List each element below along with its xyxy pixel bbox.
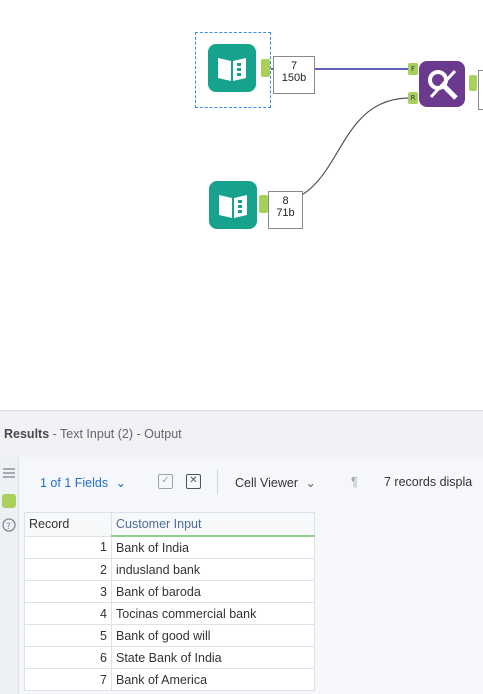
results-panel: Results - Text Input (2) - Output ? 1 of… bbox=[0, 410, 483, 694]
connection-info-bottom: 8 71b bbox=[268, 191, 303, 229]
records-displayed-label: 7 records displa bbox=[384, 475, 473, 489]
book-icon bbox=[218, 58, 246, 81]
record-cell: 7 bbox=[24, 668, 112, 691]
column-header-record[interactable]: Record bbox=[24, 512, 112, 537]
chevron-down-icon: ⌄ bbox=[115, 476, 127, 490]
record-cell: 1 bbox=[24, 535, 112, 559]
cell-viewer-label: Cell Viewer bbox=[235, 476, 298, 490]
customer-input-cell[interactable]: Bank of good will bbox=[111, 624, 315, 647]
results-toolbar: 1 of 1 Fields ⌄ ✓ ✕ Cell Viewer ⌄ ¶ 7 re… bbox=[20, 457, 483, 509]
connection-bottom[interactable] bbox=[267, 97, 409, 205]
output-anchor-top[interactable] bbox=[261, 59, 270, 77]
customer-input-cell[interactable]: State Bank of India bbox=[111, 646, 315, 669]
workflow-canvas[interactable]: 7 150b 8 71b F R bbox=[0, 0, 483, 410]
chevron-down-icon: ⌄ bbox=[305, 476, 316, 490]
fields-selector[interactable]: 1 of 1 Fields ⌄ bbox=[40, 475, 126, 490]
find-replace-tool[interactable] bbox=[419, 61, 465, 107]
table-row[interactable]: 4 Tocinas commercial bank bbox=[24, 602, 315, 625]
record-cell: 5 bbox=[24, 624, 112, 647]
results-title: Results - Text Input (2) - Output bbox=[4, 427, 182, 441]
record-count-top: 7 bbox=[290, 60, 298, 72]
results-left-rail: ? bbox=[0, 457, 19, 694]
record-cell: 6 bbox=[24, 646, 112, 669]
table-row[interactable]: 3 Bank of baroda bbox=[24, 580, 315, 603]
find-replace-icon bbox=[428, 69, 458, 100]
cell-viewer-selector[interactable]: Cell Viewer ⌄ bbox=[235, 475, 316, 490]
pilcrow-icon[interactable]: ¶ bbox=[351, 475, 358, 489]
column-header-customer-input[interactable]: Customer Input bbox=[111, 512, 315, 537]
record-cell: 4 bbox=[24, 602, 112, 625]
input-anchor-f[interactable]: F bbox=[408, 63, 418, 75]
table-row[interactable]: 5 Bank of good will bbox=[24, 624, 315, 647]
record-count-bottom: 8 bbox=[282, 195, 289, 207]
results-grid: Record Customer Input 1 Bank of India 2 in… bbox=[24, 512, 315, 691]
data-size-bottom: 71b bbox=[276, 207, 295, 219]
help-icon[interactable]: ? bbox=[2, 518, 16, 532]
table-row[interactable]: 2 indusland bank bbox=[24, 558, 315, 581]
text-input-tool-bottom[interactable] bbox=[209, 181, 257, 229]
customer-input-cell[interactable]: Tocinas commercial bank bbox=[111, 602, 315, 625]
results-title-source: - Text Input (2) - Output bbox=[49, 427, 182, 441]
fields-selector-label: 1 of 1 Fields bbox=[40, 476, 109, 490]
results-title-bold: Results bbox=[4, 427, 50, 441]
rail-icons: ? bbox=[2, 468, 16, 532]
clear-selection-icon[interactable]: ✕ bbox=[186, 474, 201, 489]
customer-input-cell[interactable]: Bank of baroda bbox=[111, 580, 315, 603]
connection-info-join bbox=[478, 70, 483, 110]
grid-header-row: Record Customer Input bbox=[24, 512, 315, 537]
svg-text:?: ? bbox=[6, 522, 11, 532]
text-input-tool-top[interactable] bbox=[208, 44, 256, 92]
connection-info-top: 7 150b bbox=[273, 56, 315, 94]
table-row[interactable]: 6 State Bank of India bbox=[24, 646, 315, 669]
results-header: Results - Text Input (2) - Output bbox=[0, 411, 483, 458]
output-anchor-icon[interactable] bbox=[2, 494, 16, 508]
output-anchor-join[interactable] bbox=[469, 75, 477, 91]
record-cell: 2 bbox=[24, 558, 112, 581]
data-size-top: 150b bbox=[281, 72, 307, 84]
output-anchor-bottom[interactable] bbox=[259, 195, 268, 213]
record-cell: 3 bbox=[24, 580, 112, 603]
toolbar-divider bbox=[217, 469, 218, 495]
table-row[interactable]: 7 Bank of America bbox=[24, 668, 315, 691]
customer-input-cell[interactable]: Bank of India bbox=[111, 535, 315, 559]
list-icon[interactable] bbox=[3, 468, 15, 478]
customer-input-cell[interactable]: Bank of America bbox=[111, 668, 315, 691]
customer-input-cell[interactable]: indusland bank bbox=[111, 558, 315, 581]
table-row[interactable]: 1 Bank of India bbox=[24, 535, 315, 559]
book-icon bbox=[219, 195, 247, 218]
checkbox-icon[interactable]: ✓ bbox=[158, 474, 173, 489]
input-anchor-r[interactable]: R bbox=[408, 92, 418, 104]
